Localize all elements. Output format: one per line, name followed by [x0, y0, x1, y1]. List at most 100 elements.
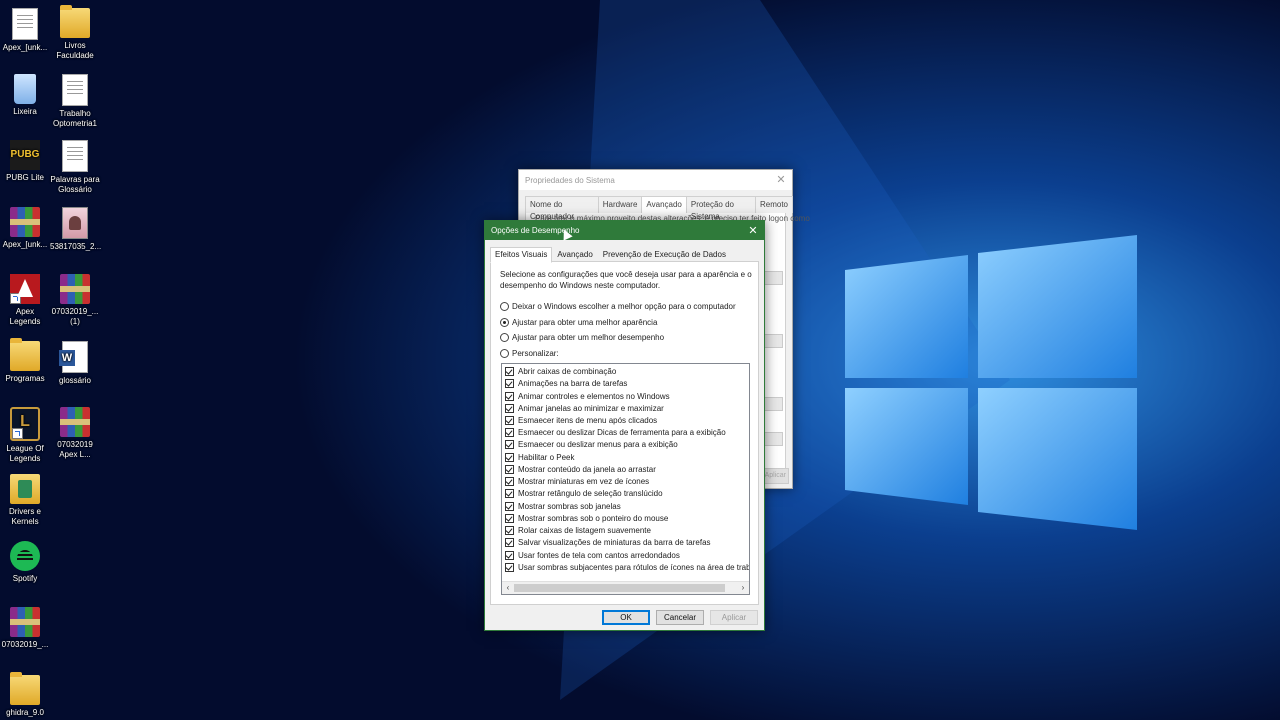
list-item[interactable]: Animações na barra de tarefas: [505, 377, 627, 389]
checkbox-label: Salvar visualizações de miniaturas da ba…: [518, 537, 711, 547]
list-item[interactable]: Mostrar sombras sob janelas: [505, 500, 621, 512]
radio-circle[interactable]: [500, 302, 509, 311]
checkbox[interactable]: [505, 537, 514, 547]
radio-circle[interactable]: [500, 333, 509, 342]
cancel-button[interactable]: Cancelar: [656, 610, 704, 625]
desktop-icon-53817035[interactable]: 53817035_2...: [50, 207, 101, 252]
checkbox[interactable]: [505, 513, 514, 523]
desktop-icon-palavras-glossario[interactable]: Palavras para Glossário: [50, 140, 100, 195]
radio-label: Ajustar para obter uma melhor aparência: [512, 318, 658, 327]
radio-circle[interactable]: [500, 318, 509, 327]
performance-options-titlebar[interactable]: Opções de Desempenho ✕: [485, 221, 764, 240]
tab-efeitos-visuais[interactable]: Efeitos Visuais: [490, 247, 553, 263]
list-item[interactable]: Usar fontes de tela com cantos arredonda…: [505, 549, 680, 561]
radio-custom[interactable]: Personalizar:: [500, 349, 559, 358]
window-title: Propriedades do Sistema: [525, 175, 615, 185]
tab-avancado[interactable]: Avançado: [552, 247, 597, 262]
ok-button[interactable]: OK: [602, 610, 650, 625]
desktop-icon-07032019[interactable]: 07032019_...: [0, 607, 50, 650]
tab-prevencao-de-execucao[interactable]: Prevenção de Execução de Dados: [598, 247, 731, 262]
checkbox-label: Habilitar o Peek: [518, 452, 575, 462]
list-item[interactable]: Mostrar miniaturas em vez de ícones: [505, 475, 649, 487]
pubg-logo-text: PUBG: [10, 149, 40, 160]
apply-button[interactable]: Aplicar: [710, 610, 758, 625]
radio-circle[interactable]: [500, 349, 509, 358]
scroll-right-icon[interactable]: ›: [737, 582, 749, 594]
desktop-icon-programas[interactable]: Programas: [0, 338, 50, 384]
checkbox[interactable]: [505, 439, 514, 449]
desktop-icon-apex-legends[interactable]: Apex Legends: [0, 274, 50, 327]
close-button[interactable]: ✕: [770, 170, 792, 190]
radio-best-appearance[interactable]: Ajustar para obter uma melhor aparência: [500, 318, 657, 327]
list-item[interactable]: Animar janelas ao minimizar e maximizar: [505, 402, 664, 414]
list-item[interactable]: Animar controles e elementos no Windows: [505, 390, 670, 402]
desktop-icon-livros-faculdade[interactable]: Livros Faculdade: [50, 5, 100, 61]
tab-remoto[interactable]: Remoto: [754, 196, 793, 213]
desktop-icon-07032019-1[interactable]: 07032019_... (1): [50, 274, 100, 327]
list-item[interactable]: Salvar visualizações de miniaturas da ba…: [505, 536, 711, 548]
list-item[interactable]: Usar sombras subjacentes para rótulos de…: [505, 561, 749, 573]
horizontal-scrollbar[interactable]: ‹ ›: [502, 581, 749, 594]
document-icon: [62, 74, 88, 106]
desktop-icon-glossario[interactable]: glossário: [50, 341, 100, 386]
apex-legends-icon: [10, 274, 40, 304]
checkbox[interactable]: [505, 391, 514, 401]
system-properties-titlebar[interactable]: Propriedades do Sistema ✕: [519, 170, 792, 190]
checkbox[interactable]: [505, 464, 514, 474]
tab-hardware[interactable]: Hardware: [597, 196, 643, 213]
image-file-icon: [62, 207, 88, 239]
checkbox[interactable]: [505, 415, 514, 425]
scrollbar-thumb[interactable]: [514, 584, 725, 592]
desktop-icon-trabalho-optometria[interactable]: Trabalho Optometria1: [50, 74, 100, 129]
checkbox[interactable]: [505, 427, 514, 437]
desktop-icon-07032019-apex[interactable]: 07032019 Apex L...: [50, 407, 100, 460]
checkbox[interactable]: [505, 476, 514, 486]
checkbox[interactable]: [505, 525, 514, 535]
desktop-icon-drivers-kernels[interactable]: Drivers e Kernels: [0, 474, 50, 527]
desktop-icon-label: Apex_[unk...: [2, 43, 48, 52]
recycle-bin-icon: [14, 74, 36, 104]
list-item[interactable]: Abrir caixas de combinação: [505, 365, 616, 377]
desktop-icon-league-of-legends[interactable]: L League Of Legends: [0, 407, 50, 464]
checkbox[interactable]: [505, 562, 514, 572]
winrar-archive-icon: [60, 274, 90, 304]
tab-protecao-do-sistema[interactable]: Proteção do Sistema: [685, 196, 756, 221]
checkbox-label: Animar janelas ao minimizar e maximizar: [518, 403, 664, 413]
desktop-icon-apex-unk-2[interactable]: Apex_[unk...: [0, 207, 50, 250]
checkbox[interactable]: [505, 378, 514, 388]
desktop-icon-ghidra[interactable]: ghidra_9.0: [0, 672, 50, 718]
list-item[interactable]: Esmaecer ou deslizar menus para a exibiç…: [505, 438, 678, 450]
radio-let-windows-choose[interactable]: Deixar o Windows escolher a melhor opção…: [500, 302, 736, 311]
scroll-left-icon[interactable]: ‹: [502, 582, 514, 594]
desktop-icon-spotify[interactable]: Spotify: [0, 541, 50, 584]
checkbox[interactable]: [505, 488, 514, 498]
document-icon: [12, 8, 38, 40]
radio-best-performance[interactable]: Ajustar para obter um melhor desempenho: [500, 333, 664, 342]
list-item[interactable]: Rolar caixas de listagem suavemente: [505, 524, 651, 536]
desktop-icon-apex-unk-1[interactable]: Apex_[unk...: [0, 8, 50, 53]
close-button[interactable]: ✕: [742, 221, 764, 241]
desktop-icon-label: Apex_[unk...: [2, 240, 48, 249]
tab-avancado[interactable]: Avançado: [641, 196, 687, 213]
desktop-icon-label: Palavras para Glossário: [50, 175, 100, 194]
checkbox[interactable]: [505, 501, 514, 511]
radio-label: Ajustar para obter um melhor desempenho: [512, 333, 665, 342]
list-item[interactable]: Mostrar sombras sob o ponteiro do mouse: [505, 512, 668, 524]
list-item[interactable]: Esmaecer ou deslizar Dicas de ferramenta…: [505, 426, 726, 438]
tab-nome-do-computador[interactable]: Nome do Computador: [525, 196, 599, 221]
checkbox[interactable]: [505, 452, 514, 462]
checkbox[interactable]: [505, 550, 514, 560]
checkbox-label: Mostrar sombras sob janelas: [518, 501, 621, 511]
list-item[interactable]: Habilitar o Peek: [505, 451, 574, 463]
list-item[interactable]: Esmaecer itens de menu após clicados: [505, 414, 657, 426]
checkbox[interactable]: [505, 403, 514, 413]
desktop-icon-lixeira[interactable]: Lixeira: [0, 74, 50, 117]
checkbox[interactable]: [505, 366, 514, 376]
visual-effects-list[interactable]: Abrir caixas de combinação Animações na …: [501, 363, 750, 595]
spotify-icon: [10, 541, 40, 571]
desktop-icon-pubg-lite[interactable]: PUBG PUBG Lite: [0, 140, 50, 183]
list-item[interactable]: Mostrar retângulo de seleção translúcido: [505, 487, 663, 499]
checkbox-label: Mostrar retângulo de seleção translúcido: [518, 488, 663, 498]
list-item[interactable]: Mostrar conteúdo da janela ao arrastar: [505, 463, 656, 475]
desktop-icon-label: Drivers e Kernels: [8, 507, 41, 526]
